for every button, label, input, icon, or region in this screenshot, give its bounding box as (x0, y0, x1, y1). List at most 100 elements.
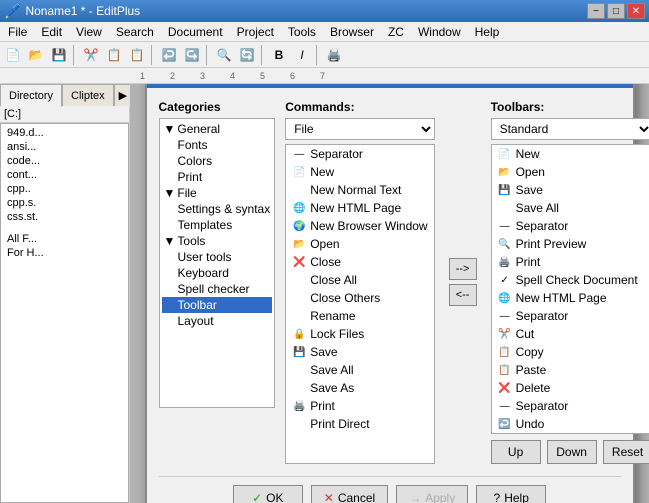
sidebar-file-9[interactable]: For H... (3, 246, 126, 260)
tb-replace[interactable]: 🔄 (236, 44, 258, 66)
menu-document[interactable]: Document (162, 23, 229, 41)
maximize-button[interactable]: □ (607, 3, 625, 19)
sidebar-file-7[interactable]: css.st. (3, 210, 126, 224)
menu-zc[interactable]: ZC (382, 23, 410, 41)
menu-file[interactable]: File (2, 23, 33, 41)
tree-print[interactable]: Print (162, 169, 273, 185)
tree-colors[interactable]: Colors (162, 153, 273, 169)
commands-list[interactable]: — Separator 📄 New New Normal Text (285, 144, 434, 464)
tree-general[interactable]: ▼ General (162, 121, 273, 137)
ok-button[interactable]: ✓ OK (233, 485, 303, 503)
down-button[interactable]: Down (547, 440, 597, 464)
tab-directory[interactable]: Directory (0, 84, 62, 107)
toolbars-list[interactable]: 📄 New 📂 Open 💾 Save (491, 144, 649, 434)
tree-layout[interactable]: Layout (162, 313, 273, 329)
tb-list-new-html[interactable]: 🌐 New HTML Page (492, 289, 649, 307)
cmd-close[interactable]: ❌ Close (286, 253, 433, 271)
cmd-lock[interactable]: 🔒 Lock Files (286, 325, 433, 343)
cmd-close-others[interactable]: Close Others (286, 289, 433, 307)
tree-toolbar[interactable]: Toolbar (162, 297, 273, 313)
add-to-toolbar-button[interactable]: --> (449, 258, 477, 280)
tb-copy[interactable]: 📋 (103, 44, 125, 66)
tb-list-delete[interactable]: ❌ Delete (492, 379, 649, 397)
tb-open[interactable]: 📂 (25, 44, 47, 66)
cmd-new-html[interactable]: 🌐 New HTML Page (286, 199, 433, 217)
toolbars-dropdown[interactable]: Standard Formatting (491, 118, 649, 140)
cmd-new[interactable]: 📄 New (286, 163, 433, 181)
tb-new-icon: 📄 (498, 147, 512, 161)
editor-area[interactable]: Preferences ✕ Categories ▼ General (130, 84, 649, 503)
sidebar-file-1[interactable]: 949.d... (3, 126, 126, 140)
cmd-rename[interactable]: Rename (286, 307, 433, 325)
tree-user-tools[interactable]: User tools (162, 249, 273, 265)
menu-project[interactable]: Project (231, 23, 280, 41)
close-window-button[interactable]: ✕ (627, 3, 645, 19)
tb-list-save[interactable]: 💾 Save (492, 181, 649, 199)
sidebar-file-2[interactable]: ansi... (3, 140, 126, 154)
tb-new[interactable]: 📄 (2, 44, 24, 66)
menu-tools[interactable]: Tools (282, 23, 322, 41)
tree-fonts[interactable]: Fonts (162, 137, 273, 153)
tb-bold[interactable]: B (268, 44, 290, 66)
reset-button[interactable]: Reset (603, 440, 649, 464)
categories-tree[interactable]: ▼ General Fonts Colors Pri (159, 118, 276, 408)
tb-list-paste[interactable]: 📋 Paste (492, 361, 649, 379)
cmd-close-all[interactable]: Close All (286, 271, 433, 289)
menu-browser[interactable]: Browser (324, 23, 380, 41)
tb-print[interactable]: 🖨️ (323, 44, 345, 66)
tree-settings[interactable]: Settings & syntax (162, 201, 273, 217)
cmd-open[interactable]: 📂 Open (286, 235, 433, 253)
tb-save[interactable]: 💾 (48, 44, 70, 66)
cmd-new-browser[interactable]: 🌍 New Browser Window (286, 217, 433, 235)
up-button[interactable]: Up (491, 440, 541, 464)
tb-search[interactable]: 🔍 (213, 44, 235, 66)
tb-list-undo[interactable]: ↩️ Undo (492, 415, 649, 433)
tb-list-sep2[interactable]: — Separator (492, 307, 649, 325)
tb-list-print-preview[interactable]: 🔍 Print Preview (492, 235, 649, 253)
tb-list-save-all[interactable]: Save All (492, 199, 649, 217)
tb-list-new[interactable]: 📄 New (492, 145, 649, 163)
sidebar-file-list[interactable]: 949.d... ansi... code... cont... cpp.. c… (0, 123, 129, 503)
tb-list-open[interactable]: 📂 Open (492, 163, 649, 181)
apply-button[interactable]: → Apply (396, 485, 468, 503)
commands-dropdown[interactable]: File Edit View (285, 118, 434, 140)
cmd-print-direct[interactable]: Print Direct (286, 415, 433, 433)
tb-redo[interactable]: ↪️ (181, 44, 203, 66)
cmd-separator[interactable]: — Separator (286, 145, 433, 163)
tb-list-sep3[interactable]: — Separator (492, 397, 649, 415)
cmd-save-as[interactable]: Save As (286, 379, 433, 397)
cmd-new-normal[interactable]: New Normal Text (286, 181, 433, 199)
sidebar-file-4[interactable]: cont... (3, 168, 126, 182)
sidebar-file-5[interactable]: cpp.. (3, 182, 126, 196)
tree-file[interactable]: ▼ File (162, 185, 273, 201)
tree-spell[interactable]: Spell checker (162, 281, 273, 297)
tb-list-spell-check[interactable]: ✓ Spell Check Document (492, 271, 649, 289)
tb-list-sep1[interactable]: — Separator (492, 217, 649, 235)
minimize-button[interactable]: − (587, 3, 605, 19)
tab-cliptext[interactable]: Cliptex (62, 84, 114, 106)
menu-search[interactable]: Search (110, 23, 160, 41)
sidebar-file-3[interactable]: code... (3, 154, 126, 168)
remove-from-toolbar-button[interactable]: <-- (449, 284, 477, 306)
tb-list-copy[interactable]: 📋 Copy (492, 343, 649, 361)
cmd-save[interactable]: 💾 Save (286, 343, 433, 361)
tree-keyboard[interactable]: Keyboard (162, 265, 273, 281)
menu-edit[interactable]: Edit (35, 23, 68, 41)
tree-tools[interactable]: ▼ Tools (162, 233, 273, 249)
tb-list-print[interactable]: 🖨️ Print (492, 253, 649, 271)
menu-view[interactable]: View (70, 23, 108, 41)
cmd-print[interactable]: 🖨️ Print (286, 397, 433, 415)
cancel-button[interactable]: ✕ Cancel (311, 485, 388, 503)
sidebar-file-6[interactable]: cpp.s. (3, 196, 126, 210)
tree-templates[interactable]: Templates (162, 217, 273, 233)
help-button[interactable]: ? Help (476, 485, 546, 503)
cmd-save-all[interactable]: Save All (286, 361, 433, 379)
sidebar-file-8[interactable]: All F... (3, 232, 126, 246)
menu-help[interactable]: Help (469, 23, 506, 41)
tb-paste[interactable]: 📋 (126, 44, 148, 66)
tb-italic[interactable]: I (291, 44, 313, 66)
menu-window[interactable]: Window (412, 23, 467, 41)
tb-list-cut[interactable]: ✂️ Cut (492, 325, 649, 343)
tb-cut[interactable]: ✂️ (80, 44, 102, 66)
tb-undo[interactable]: ↩️ (158, 44, 180, 66)
